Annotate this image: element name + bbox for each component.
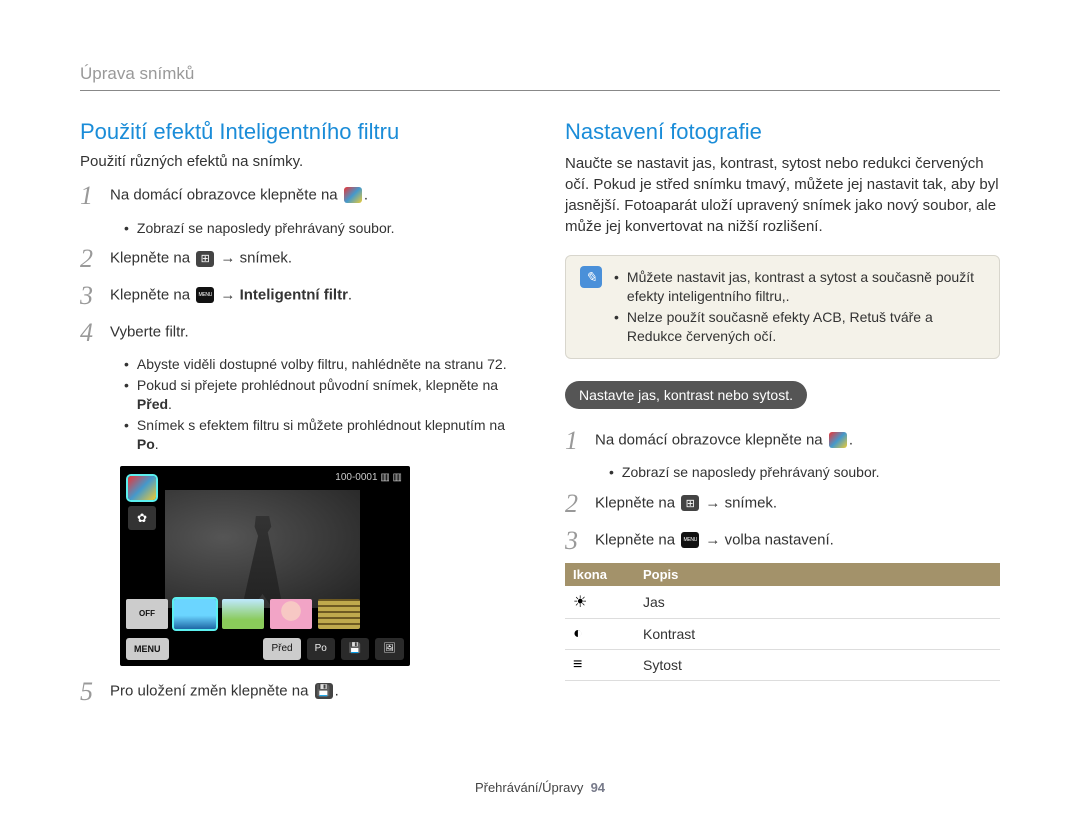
step4-bullet-2: Snímek s efektem filtru si můžete prohlé… <box>137 417 505 433</box>
ss-crop-toggle[interactable]: ✿ <box>128 506 156 530</box>
ss-thumb-4[interactable] <box>318 599 360 629</box>
step-num: 2 <box>80 245 110 274</box>
r-step2-text-b: → snímek. <box>705 495 777 512</box>
note-item-0: Můžete nastavit jas, kontrast a sytost a… <box>627 268 985 306</box>
footer-text: Přehrávání/Úpravy <box>475 780 583 795</box>
column-left: Použití efektů Inteligentního filtru Pou… <box>80 119 515 714</box>
left-step-1: 1 Na domácí obrazovce klepněte na . <box>80 182 515 211</box>
page-footer: Přehrávání/Úpravy 94 <box>0 780 1080 795</box>
ss-thumb-2[interactable] <box>222 599 264 629</box>
note-item-1: Nelze použít současně efekty ACB, Retuš … <box>627 308 985 346</box>
step1-bullet: Zobrazí se naposledy přehrávaný soubor. <box>137 219 395 238</box>
step-num: 3 <box>80 282 110 311</box>
step-num: 2 <box>565 490 595 519</box>
left-title: Použití efektů Inteligentního filtru <box>80 119 515 145</box>
right-title: Nastavení fotografie <box>565 119 1000 145</box>
r-step1-bullet: Zobrazí se naposledy přehrávaný soubor. <box>622 463 880 482</box>
contrast-icon: ◐ <box>573 625 583 642</box>
step4-text: Vyberte filtr. <box>110 323 189 340</box>
camera-screenshot: 100-0001 ▥ ▥ ✿ OFF MENU Před Po <box>120 466 410 666</box>
save-icon: 💾 <box>315 683 333 699</box>
r-step3-text-a: Klepněte na <box>595 531 679 548</box>
table-header-desc: Popis <box>635 563 1000 586</box>
smartalbum-icon <box>344 187 362 203</box>
step4-bullet-0: Abyste viděli dostupné volby filtru, nah… <box>137 355 507 374</box>
right-intro: Naučte se nastavit jas, kontrast, sytost… <box>565 153 1000 237</box>
ss-main-image <box>165 490 360 608</box>
po-label: Po <box>137 436 155 452</box>
step-num: 3 <box>565 527 595 556</box>
footer-page-num: 94 <box>591 780 605 795</box>
r-step1-text-a: Na domácí obrazovce klepněte na <box>595 431 827 448</box>
step1-text-a: Na domácí obrazovce klepněte na <box>110 187 342 204</box>
left-step-4: 4 Vyberte filtr. <box>80 319 515 348</box>
column-right: Nastavení fotografie Naučte se nastavit … <box>565 119 1000 714</box>
table-row: ◐ Kontrast <box>565 619 1000 650</box>
ss-silhouette <box>241 516 285 608</box>
table-header-icon: Ikona <box>565 563 635 586</box>
note-box: ✎ Můžete nastavit jas, kontrast a sytost… <box>565 255 1000 359</box>
table-cell-label: Kontrast <box>635 619 1000 650</box>
step-num: 1 <box>80 182 110 211</box>
step2-text-a: Klepněte na <box>110 250 194 267</box>
r-step3-text-b: → volba nastavení. <box>705 531 833 548</box>
smartalbum-icon <box>829 432 847 448</box>
left-step-3: 3 Klepněte na MENU → Inteligentní filtr. <box>80 282 515 311</box>
step3-text-c: Inteligentní filtr <box>240 287 348 304</box>
ss-counter: 100-0001 <box>335 472 377 483</box>
table-cell-label: Sytost <box>635 650 1000 681</box>
ss-smartalbum-toggle[interactable] <box>128 476 156 500</box>
menu-icon: MENU <box>681 532 699 548</box>
step2-text-b: → snímek. <box>220 250 292 267</box>
ss-save-button[interactable]: 💾 <box>341 638 369 660</box>
menu-icon: MENU <box>196 287 214 303</box>
grid-icon: ⊞ <box>681 495 699 511</box>
settings-table: Ikona Popis ☀ Jas ◐ Kontrast ≡ Sytost <box>565 563 1000 681</box>
page-header: Úprava snímků <box>80 64 1000 91</box>
ss-menu-button[interactable]: MENU <box>126 638 169 660</box>
step3-text-a: Klepněte na <box>110 287 194 304</box>
grid-icon: ⊞ <box>196 251 214 267</box>
table-cell-label: Jas <box>635 586 1000 619</box>
left-step-2: 2 Klepněte na ⊞ → snímek. <box>80 245 515 274</box>
right-step-1: 1 Na domácí obrazovce klepněte na . <box>565 427 1000 456</box>
ss-po-button[interactable]: Po <box>307 638 335 660</box>
step-num: 4 <box>80 319 110 348</box>
ss-pred-button[interactable]: Před <box>263 638 300 660</box>
ss-play-icon: ▥ ▥ <box>380 472 402 483</box>
table-row: ≡ Sytost <box>565 650 1000 681</box>
ss-filmstrip: OFF <box>126 596 404 632</box>
right-step-2: 2 Klepněte na ⊞ → snímek. <box>565 490 1000 519</box>
left-step-5: 5 Pro uložení změn klepněte na 💾. <box>80 678 515 707</box>
r-step2-text-a: Klepněte na <box>595 495 679 512</box>
pred-label: Před <box>137 396 168 412</box>
info-icon: ✎ <box>580 266 602 288</box>
right-step-3: 3 Klepněte na MENU → volba nastavení. <box>565 527 1000 556</box>
saturation-icon: ≡ <box>573 656 582 673</box>
step3-text-b: → <box>220 287 239 304</box>
ss-thumb-1[interactable] <box>174 599 216 629</box>
ss-thumb-3[interactable] <box>270 599 312 629</box>
ss-thumb-off[interactable]: OFF <box>126 599 168 629</box>
ss-export-button[interactable]: 🖼 <box>375 638 404 660</box>
step4-bullet-1: Pokud si přejete prohlédnout původní sní… <box>137 377 498 393</box>
table-row: ☀ Jas <box>565 586 1000 619</box>
right-pill: Nastavte jas, kontrast nebo sytost. <box>565 381 807 409</box>
step-num: 1 <box>565 427 595 456</box>
left-subtitle: Použití různých efektů na snímky. <box>80 153 515 170</box>
brightness-icon: ☀ <box>573 594 587 611</box>
step5-text-a: Pro uložení změn klepněte na <box>110 682 313 699</box>
step-num: 5 <box>80 678 110 707</box>
